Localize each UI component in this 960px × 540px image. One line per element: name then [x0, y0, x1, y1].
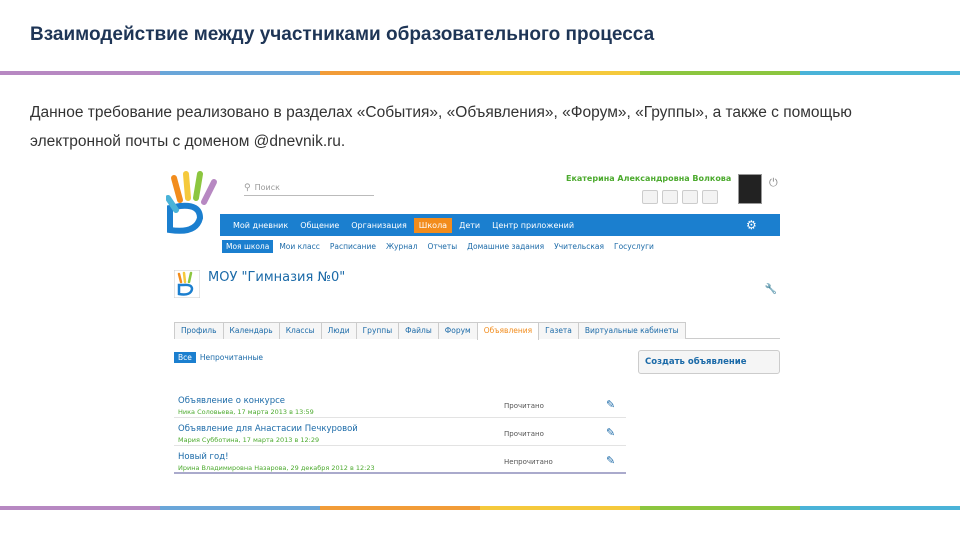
- announcement-title[interactable]: Объявление о конкурсе: [178, 396, 285, 406]
- nav-item[interactable]: Дети: [454, 218, 485, 233]
- dnevnik-logo: [166, 171, 217, 234]
- subnav-item[interactable]: Домашние задания: [463, 240, 548, 253]
- bottom-stripe: [0, 506, 960, 510]
- tab[interactable]: Профиль: [174, 322, 224, 339]
- tab[interactable]: Классы: [278, 322, 322, 339]
- settings-wrench-icon[interactable]: 🔧: [763, 284, 779, 300]
- slide-description: Данное требование реализовано в разделах…: [30, 104, 852, 150]
- edit-icon[interactable]: ✎: [606, 398, 615, 411]
- sub-nav: Моя школа Мои класс Расписание Журнал Отчеты…: [222, 240, 658, 253]
- subnav-item[interactable]: Госуслуги: [610, 240, 658, 253]
- search-input[interactable]: ⚲ Поиск: [244, 180, 374, 196]
- search-icon: ⚲: [244, 182, 251, 193]
- gear-icon[interactable]: ⚙: [746, 218, 757, 232]
- school-logo: [174, 270, 200, 298]
- messages-icon[interactable]: [642, 190, 658, 204]
- avatar[interactable]: [738, 174, 762, 204]
- announcement-meta: Мария Субботина, 17 марта 2013 в 12:29: [178, 436, 320, 444]
- stripe-segment: [800, 506, 960, 510]
- nav-item[interactable]: Центр приложений: [487, 218, 579, 233]
- stripe-segment: [160, 506, 320, 510]
- announcement-meta: Ника Соловьева, 17 марта 2013 в 13:59: [178, 408, 314, 416]
- edit-icon[interactable]: ✎: [606, 454, 615, 467]
- filter-all[interactable]: Все: [174, 352, 196, 363]
- subnav-item[interactable]: Расписание: [326, 240, 380, 253]
- edit-icon[interactable]: ✎: [606, 426, 615, 439]
- announcement-title[interactable]: Новый год!: [178, 452, 229, 462]
- announcement-row: Объявление о конкурсе Ника Соловьева, 17 …: [174, 390, 626, 418]
- school-tabs: Профиль Календарь Классы Люди Группы Файлы Фор…: [174, 322, 780, 340]
- slide-title: Взаимодействие между участниками образов…: [30, 24, 655, 45]
- top-stripe: [0, 71, 960, 75]
- tab[interactable]: Файлы: [398, 322, 439, 339]
- stripe-segment: [320, 506, 480, 510]
- nav-item[interactable]: Общение: [295, 218, 344, 233]
- announcement-filter: Все Непрочитанные: [174, 352, 263, 363]
- create-announcement-button[interactable]: Создать объявление: [638, 350, 780, 374]
- school-title: МОУ "Гимназия №0": [208, 270, 346, 285]
- announcement-list: Объявление о конкурсе Ника Соловьева, 17 …: [174, 390, 626, 474]
- announcement-status: Прочитано: [504, 402, 544, 410]
- subnav-item[interactable]: Моя школа: [222, 240, 274, 253]
- search-placeholder: Поиск: [254, 183, 280, 192]
- announcement-row: Новый год! Ирина Владимировна Назарова, 2…: [174, 446, 626, 474]
- subnav-item[interactable]: Отчеты: [424, 240, 462, 253]
- stripe-segment: [0, 506, 160, 510]
- tab[interactable]: Газета: [538, 322, 579, 339]
- stripe-segment: [640, 506, 800, 510]
- announcement-row: Объявление для Анастасии Печкуровой Мария…: [174, 418, 626, 446]
- announcement-meta: Ирина Владимировна Назарова, 29 декабря …: [178, 464, 375, 472]
- stripe-segment: [320, 71, 480, 75]
- tab[interactable]: Виртуальные кабинеты: [577, 322, 686, 339]
- stripe-segment: [160, 71, 320, 75]
- stripe-segment: [0, 71, 160, 75]
- logout-icon[interactable]: ⏻: [769, 176, 778, 190]
- announcement-title[interactable]: Объявление для Анастасии Печкуровой: [178, 424, 358, 434]
- tab[interactable]: Форум: [437, 322, 478, 339]
- filter-unread[interactable]: Непрочитанные: [200, 353, 263, 362]
- tab[interactable]: Календарь: [222, 322, 280, 339]
- nav-item[interactable]: Мой дневник: [228, 218, 293, 233]
- tab[interactable]: Группы: [355, 322, 400, 339]
- subnav-item[interactable]: Мои класс: [275, 240, 324, 253]
- tab[interactable]: Объявления: [476, 322, 540, 340]
- main-nav: Мой дневник Общение Организация Школа Дети Це…: [220, 214, 780, 236]
- stripe-segment: [640, 71, 800, 75]
- nav-item[interactable]: Школа: [413, 217, 453, 233]
- user-icons: [642, 190, 718, 204]
- stripe-segment: [480, 71, 640, 75]
- announcement-status: Непрочитано: [504, 458, 553, 466]
- mail-icon[interactable]: [702, 190, 718, 204]
- tab[interactable]: Люди: [320, 322, 357, 339]
- stripe-segment: [480, 506, 640, 510]
- subnav-item[interactable]: Учительская: [550, 240, 608, 253]
- nav-item[interactable]: Организация: [346, 218, 412, 233]
- friends-icon[interactable]: [682, 190, 698, 204]
- announcement-status: Прочитано: [504, 430, 544, 438]
- user-name-link[interactable]: Екатерина Александровна Волкова: [566, 174, 731, 183]
- stripe-segment: [800, 71, 960, 75]
- dnevnik-screenshot: ⚲ Поиск Екатерина Александровна Волкова …: [166, 166, 786, 496]
- subnav-item[interactable]: Журнал: [382, 240, 422, 253]
- profile-icon[interactable]: [662, 190, 678, 204]
